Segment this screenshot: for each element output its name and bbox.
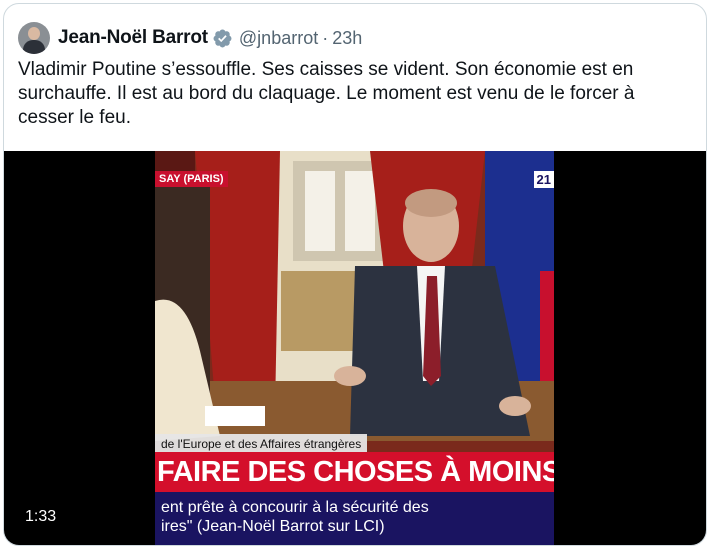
tweet-time[interactable]: 23h [332,28,362,49]
channel-badge: 21 [533,171,554,188]
caption-small: de l'Europe et des Affaires étrangères [155,434,368,454]
avatar[interactable] [18,22,50,54]
video-subline: ent prête à concourir à la sécurité des … [155,492,554,545]
tweet-text: Vladimir Poutine s’essouffle. Ses caisse… [18,59,635,128]
separator-dot: · [322,27,329,48]
tweet-header: Jean-Noël Barrot @jnbarrot · 23h [18,20,362,56]
video-frame[interactable]: SAY (PARIS) 21 de l'Europe et des Affair… [155,151,554,545]
verified-badge-icon [213,29,232,47]
tweet-card[interactable]: Jean-Noël Barrot @jnbarrot · 23h Vladimi… [3,3,707,546]
video-duration: 1:33 [18,505,64,529]
subline-line-2: ires" (Jean-Noël Barrot sur LCI) [161,518,385,535]
subline-line-1: ent prête à concourir à la sécurité des [161,499,429,516]
video-player[interactable]: SAY (PARIS) 21 de l'Europe et des Affair… [4,151,706,545]
location-tag: SAY (PARIS) [155,171,228,187]
video-headline: FAIRE DES CHOSES À MOINS DE 27 [155,452,554,492]
author-name[interactable]: Jean-Noël Barrot [58,27,208,49]
author-handle[interactable]: @jnbarrot [239,28,318,49]
